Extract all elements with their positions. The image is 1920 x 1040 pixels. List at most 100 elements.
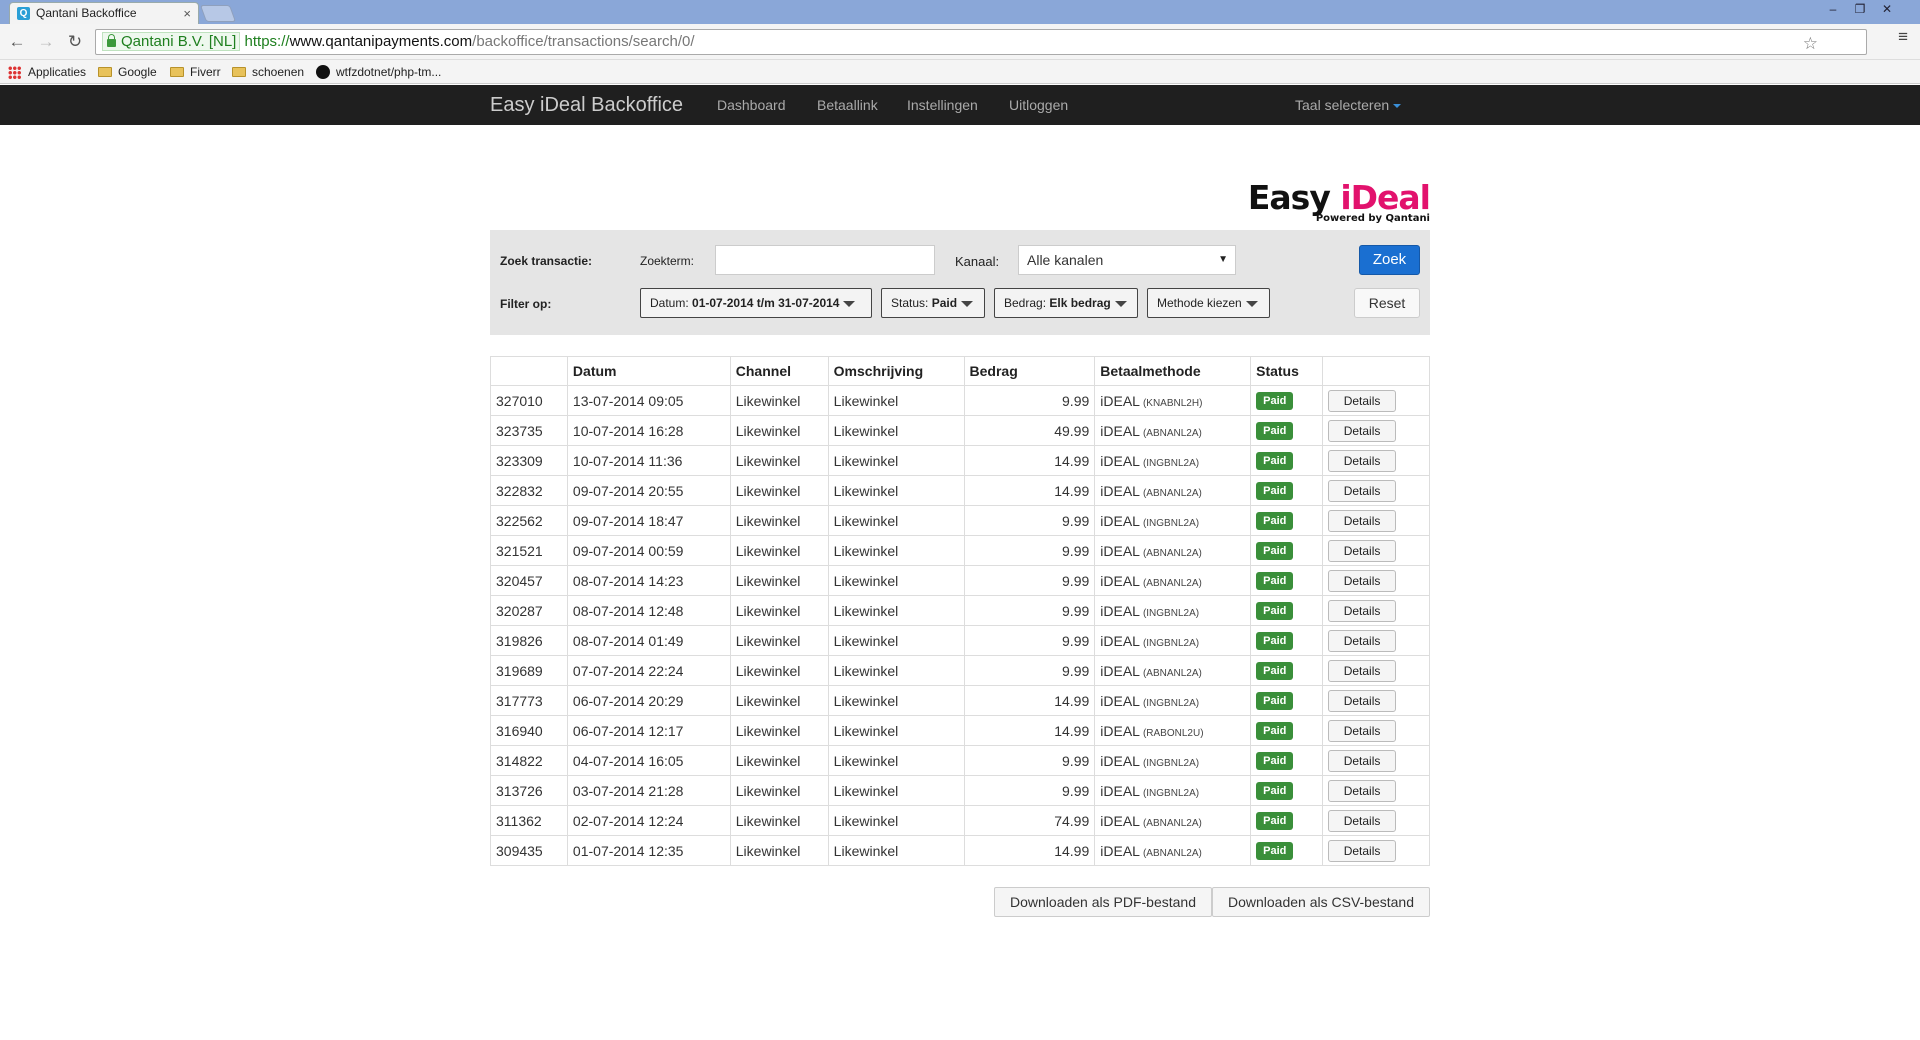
details-button[interactable]: Details <box>1328 689 1397 712</box>
cell-status: Paid <box>1250 775 1324 806</box>
cell-status: Paid <box>1250 565 1324 596</box>
details-button[interactable]: Details <box>1328 629 1397 652</box>
cell-date: 01-07-2014 12:35 <box>566 835 731 866</box>
restore-icon[interactable]: ❐ <box>1846 2 1874 16</box>
method-name: iDEAL <box>1100 512 1140 529</box>
bank-code: (ABNANL2A) <box>1142 847 1202 859</box>
col-header-actions <box>1322 356 1430 386</box>
cell-date: 03-07-2014 21:28 <box>566 775 731 806</box>
method-name: iDEAL <box>1100 812 1140 829</box>
download-csv-button[interactable]: Downloaden als CSV-bestand <box>1212 887 1430 917</box>
address-bar[interactable]: Qantani B.V. [NL] https://www.qantanipay… <box>95 29 1867 55</box>
cell-description: Likewinkel <box>827 835 965 866</box>
new-tab-button[interactable] <box>199 5 237 22</box>
details-button[interactable]: Details <box>1328 809 1397 832</box>
details-button[interactable]: Details <box>1328 659 1397 682</box>
search-button[interactable]: Zoek <box>1359 245 1420 275</box>
method-name: iDEAL <box>1100 542 1140 559</box>
cell-date: 02-07-2014 12:24 <box>566 805 731 836</box>
cell-method: iDEAL (INGBNL2A) <box>1094 685 1252 716</box>
back-icon[interactable]: ← <box>6 32 28 52</box>
cell-status: Paid <box>1250 415 1324 446</box>
ev-certificate-badge[interactable]: Qantani B.V. [NL] <box>102 32 241 51</box>
bank-code: (ABNANL2A) <box>1142 487 1202 499</box>
status-filter-dropdown[interactable]: Status: Paid <box>881 288 985 318</box>
cell-amount: 9.99 <box>963 655 1096 686</box>
forward-icon[interactable]: → <box>35 32 57 52</box>
reload-icon[interactable]: ↻ <box>64 32 86 52</box>
close-window-icon[interactable]: ✕ <box>1873 2 1901 16</box>
search-term-input[interactable] <box>715 245 935 275</box>
details-button[interactable]: Details <box>1328 599 1397 622</box>
details-button[interactable]: Details <box>1328 779 1397 802</box>
reset-button[interactable]: Reset <box>1354 288 1420 318</box>
status-badge: Paid <box>1256 572 1294 590</box>
nav-instellingen[interactable]: Instellingen <box>907 97 978 113</box>
details-button[interactable]: Details <box>1328 449 1397 472</box>
status-badge: Paid <box>1256 782 1294 800</box>
details-button[interactable]: Details <box>1328 509 1397 532</box>
cell-method: iDEAL (RABONL2U) <box>1094 715 1252 746</box>
nav-uitloggen[interactable]: Uitloggen <box>1009 97 1068 113</box>
cell-id: 322832 <box>490 475 568 506</box>
cell-actions: Details <box>1322 745 1430 776</box>
bookmark-apps[interactable]: Applicaties <box>8 64 86 80</box>
cell-description: Likewinkel <box>827 745 965 776</box>
details-button[interactable]: Details <box>1328 749 1397 772</box>
bookmark-schoenen[interactable]: schoenen <box>232 64 304 80</box>
cell-actions: Details <box>1322 625 1430 656</box>
cell-date: 08-07-2014 12:48 <box>566 595 731 626</box>
cell-actions: Details <box>1322 565 1430 596</box>
browser-tab[interactable]: Q Qantani Backoffice × <box>9 2 199 24</box>
details-button[interactable]: Details <box>1328 389 1397 412</box>
cell-method: iDEAL (INGBNL2A) <box>1094 775 1252 806</box>
nav-dashboard[interactable]: Dashboard <box>717 97 786 113</box>
bookmark-github[interactable]: wtfzdotnet/php-tm... <box>316 64 441 80</box>
download-pdf-button[interactable]: Downloaden als PDF-bestand <box>994 887 1212 917</box>
status-badge: Paid <box>1256 542 1294 560</box>
minimize-icon[interactable]: – <box>1819 2 1847 16</box>
cell-status: Paid <box>1250 595 1324 626</box>
cell-description: Likewinkel <box>827 415 965 446</box>
method-name: iDEAL <box>1100 482 1140 499</box>
cell-status: Paid <box>1250 835 1324 866</box>
channel-select[interactable]: Alle kanalen ▼ <box>1018 245 1236 275</box>
method-name: iDEAL <box>1100 782 1140 799</box>
language-dropdown[interactable]: Taal selecteren <box>1295 97 1402 113</box>
navbar-brand[interactable]: Easy iDeal Backoffice <box>490 94 683 117</box>
chrome-menu-icon[interactable]: ≡ <box>1898 27 1908 47</box>
nav-betaallink[interactable]: Betaallink <box>817 97 878 113</box>
cell-amount: 9.99 <box>963 625 1096 656</box>
date-filter-dropdown[interactable]: Datum: 01-07-2014 t/m 31-07-2014 <box>640 288 872 318</box>
details-button[interactable]: Details <box>1328 539 1397 562</box>
details-button[interactable]: Details <box>1328 719 1397 742</box>
filter-label: Filter op: <box>500 297 552 311</box>
transactions-body: 327010 13-07-2014 09:05 Likewinkel Likewink… <box>490 385 1430 866</box>
table-row: 323309 10-07-2014 11:36 Likewinkel Likewink… <box>490 445 1430 476</box>
cell-status: Paid <box>1250 745 1324 776</box>
cell-actions: Details <box>1322 535 1430 566</box>
cell-description: Likewinkel <box>827 625 965 656</box>
table-header-row: Datum Channel Omschrijving Bedrag Betaal… <box>490 356 1430 386</box>
details-button[interactable]: Details <box>1328 839 1397 862</box>
browser-toolbar: ← → ↻ Qantani B.V. [NL] https://www.qant… <box>0 24 1920 60</box>
bookmark-fiverr[interactable]: Fiverr <box>170 64 221 80</box>
bookmark-star-icon[interactable]: ☆ <box>1803 32 1818 56</box>
details-button[interactable]: Details <box>1328 479 1397 502</box>
cell-actions: Details <box>1322 655 1430 686</box>
amount-filter-dropdown[interactable]: Bedrag: Elk bedrag <box>994 288 1138 318</box>
details-button[interactable]: Details <box>1328 419 1397 442</box>
bookmark-google[interactable]: Google <box>98 64 157 80</box>
cell-amount: 14.99 <box>963 715 1096 746</box>
cell-status: Paid <box>1250 445 1324 476</box>
cell-description: Likewinkel <box>827 535 965 566</box>
cell-amount: 9.99 <box>963 745 1096 776</box>
cell-channel: Likewinkel <box>729 775 829 806</box>
cell-actions: Details <box>1322 685 1430 716</box>
cell-actions: Details <box>1322 475 1430 506</box>
site-navbar: Easy iDeal Backoffice Dashboard Betaalli… <box>0 85 1920 125</box>
col-header-channel: Channel <box>729 356 829 386</box>
details-button[interactable]: Details <box>1328 569 1397 592</box>
close-tab-icon[interactable]: × <box>183 3 191 24</box>
method-filter-dropdown[interactable]: Methode kiezen <box>1147 288 1270 318</box>
